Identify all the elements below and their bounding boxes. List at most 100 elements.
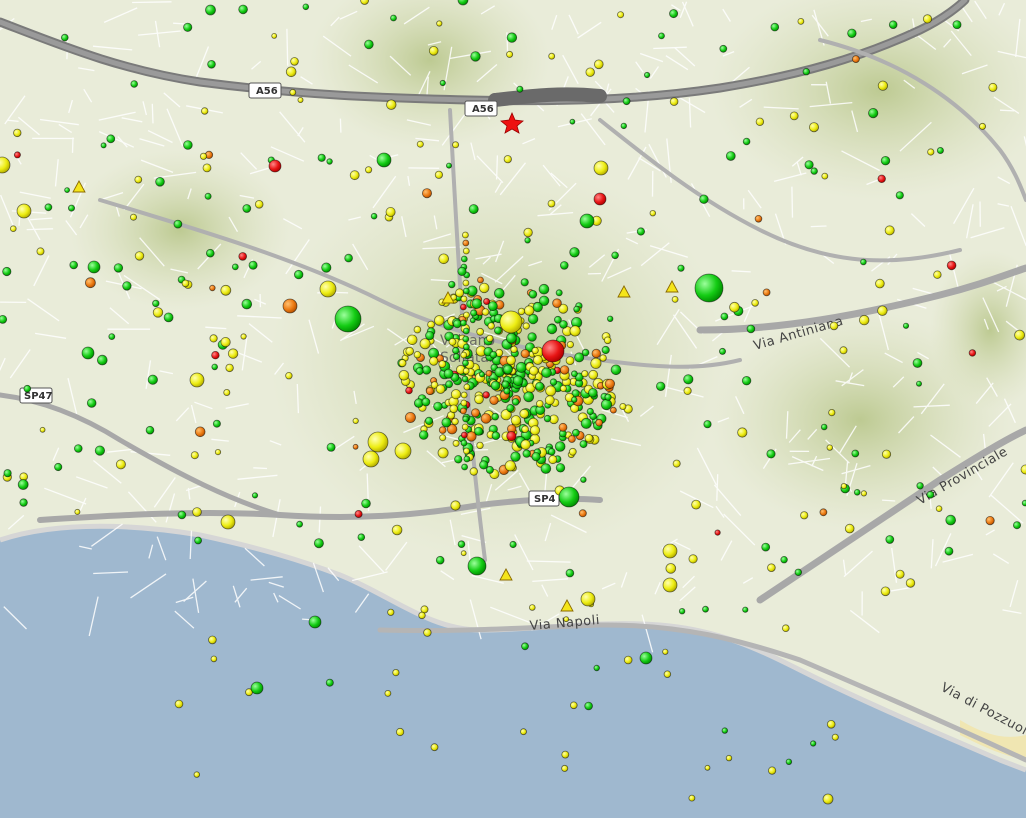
quake-marker-yellow[interactable] [688,554,698,564]
quake-marker-yellow[interactable] [568,447,577,456]
quake-marker-green[interactable] [952,20,962,30]
quake-marker-yellow[interactable] [905,578,916,588]
quake-marker-yellow[interactable] [460,550,467,557]
quake-marker-yellow[interactable] [398,369,410,381]
quake-marker-yellow[interactable] [831,733,839,741]
quake-marker-orange[interactable] [352,443,359,450]
quake-marker-green[interactable] [902,322,910,329]
quake-marker-green[interactable] [639,651,653,665]
quake-marker-green[interactable] [242,204,252,213]
quake-marker-yellow[interactable] [548,455,558,465]
quake-marker-green[interactable] [547,447,556,456]
quake-marker-yellow[interactable] [74,508,81,515]
quake-marker-green[interactable] [677,264,685,272]
quake-marker-green[interactable] [122,281,132,291]
quake-marker-yellow[interactable] [506,50,514,58]
quake-marker-yellow[interactable] [829,321,839,331]
quake-marker-green[interactable] [565,568,575,578]
quake-marker-green[interactable] [490,380,501,391]
quake-marker-orange[interactable] [568,435,576,443]
quake-marker-yellow[interactable] [463,447,470,455]
quake-marker-yellow[interactable] [510,415,522,426]
quake-marker-yellow[interactable] [208,635,217,645]
quake-marker-yellow[interactable] [884,225,895,236]
quake-marker-green[interactable] [471,298,483,309]
quake-marker-yellow[interactable] [460,351,468,359]
quake-marker-yellow[interactable] [481,308,490,316]
quake-marker-orange[interactable] [985,515,995,526]
quake-marker-green[interactable] [493,326,502,335]
quake-marker-yellow[interactable] [438,253,450,265]
quake-marker-yellow[interactable] [561,750,570,759]
quake-marker-yellow[interactable] [826,719,836,729]
quake-marker-green[interactable] [584,701,593,711]
quake-marker-yellow[interactable] [455,288,465,298]
quake-marker-green[interactable] [294,269,304,280]
quake-marker-green[interactable] [130,80,139,88]
quake-marker-yellow[interactable] [476,441,484,450]
quake-marker-green[interactable] [69,260,78,270]
quake-marker-orange[interactable] [489,395,499,406]
quake-marker-orange[interactable] [852,55,860,63]
quake-marker-yellow[interactable] [531,346,539,355]
quake-marker-yellow[interactable] [405,346,415,356]
quake-marker-green[interactable] [250,681,264,695]
quake-marker-green[interactable] [86,398,97,408]
quake-marker-yellow[interactable] [521,425,529,434]
quake-marker-yellow[interactable] [220,514,236,530]
quake-marker-green[interactable] [945,514,956,526]
quake-marker-yellow[interactable] [877,80,889,91]
quake-marker-green[interactable] [541,367,552,379]
quake-marker-green[interactable] [503,387,511,395]
quake-marker-yellow[interactable] [588,369,599,380]
quake-marker-yellow[interactable] [922,14,933,24]
quake-marker-yellow[interactable] [662,648,669,655]
quake-marker-yellow[interactable] [200,107,209,115]
quake-marker-green[interactable] [581,348,590,357]
quake-marker-green[interactable] [888,20,898,30]
quake-marker-green[interactable] [94,445,106,456]
quake-marker-green[interactable] [469,317,476,324]
quake-marker-orange[interactable] [459,407,467,415]
quake-marker-green[interactable] [658,32,665,40]
quake-marker-yellow[interactable] [461,231,469,239]
quake-marker-green[interactable] [308,615,322,629]
quake-marker-green[interactable] [467,556,487,576]
quake-marker-yellow[interactable] [565,356,575,366]
quake-marker-green[interactable] [820,423,828,431]
quake-marker-yellow[interactable] [392,668,400,677]
quake-marker-green[interactable] [113,263,124,273]
quake-marker-yellow[interactable] [254,200,264,209]
quake-marker-red[interactable] [211,351,220,360]
quake-marker-yellow[interactable] [559,384,567,392]
quake-marker-yellow[interactable] [319,280,337,298]
quake-marker-green[interactable] [573,305,581,313]
quake-marker-green[interactable] [559,320,568,329]
quake-marker-green[interactable] [344,253,353,263]
quake-marker-green[interactable] [313,538,324,549]
quake-marker-green[interactable] [522,449,531,458]
quake-marker-yellow[interactable] [438,360,447,369]
quake-marker-yellow[interactable] [290,57,299,66]
quake-marker-yellow[interactable] [563,616,570,623]
quake-marker-yellow[interactable] [729,301,740,313]
quake-marker-green[interactable] [502,364,513,375]
quake-marker-yellow[interactable] [430,743,439,752]
quake-marker-green[interactable] [357,533,366,541]
quake-marker-green[interactable] [506,32,518,43]
quake-marker-green[interactable] [851,449,860,458]
quake-marker-orange[interactable] [85,277,96,289]
quake-marker-green[interactable] [571,370,578,378]
map-canvas[interactable]: A56 A56 SP47 SP4 Via Antiniana Via Provi… [0,0,1026,818]
quake-marker-green[interactable] [302,3,310,11]
quake-marker-green[interactable] [580,417,592,429]
quake-marker-green[interactable] [601,345,610,355]
quake-marker-yellow[interactable] [460,391,468,399]
quake-marker-orange[interactable] [520,349,530,359]
quake-marker-green[interactable] [470,51,481,62]
quake-marker-green[interactable] [177,510,187,520]
quake-marker-green[interactable] [868,108,879,119]
quake-marker-yellow[interactable] [192,507,202,517]
quake-marker-green[interactable] [364,39,374,50]
quake-marker-green[interactable] [2,266,12,277]
